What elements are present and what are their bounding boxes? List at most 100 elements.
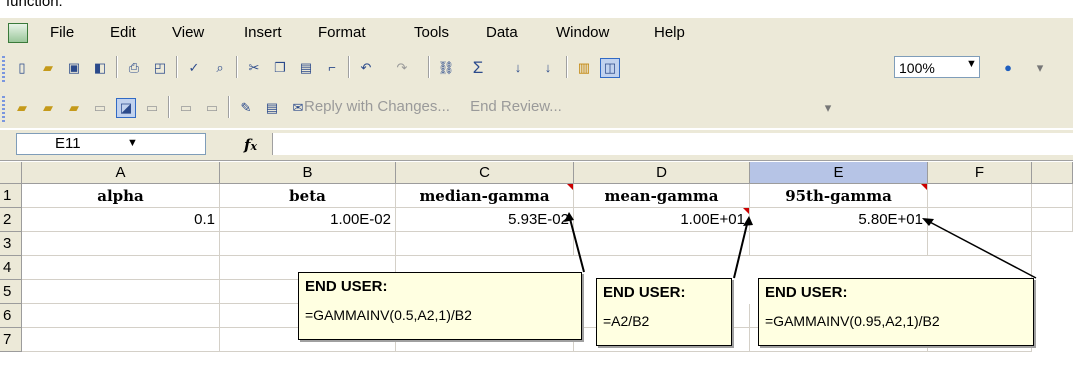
spelling-icon[interactable]: ✓ — [184, 58, 204, 78]
comment-box-d2[interactable]: END USER: =A2/B2 — [596, 278, 732, 346]
show-comments-icon[interactable]: ◪ — [116, 98, 136, 118]
end-review-link[interactable]: End Review... — [470, 98, 562, 115]
open-icon[interactable]: ▰ — [38, 58, 58, 78]
page-caption: function: — [6, 0, 63, 10]
accept-icon[interactable]: ▭ — [202, 98, 222, 118]
toolbar-grip[interactable] — [2, 94, 5, 122]
cell-d2[interactable]: 1.00E+01 — [574, 208, 750, 232]
cell-f3[interactable] — [928, 232, 1032, 256]
cell-a3[interactable] — [22, 232, 220, 256]
drawing-icon[interactable]: ◫ — [600, 58, 620, 78]
cell-e1[interactable]: 95th-gamma — [750, 184, 928, 208]
column-header-d[interactable]: D — [574, 162, 750, 184]
print-icon[interactable]: ⎙ — [124, 58, 144, 78]
toolbar-grip[interactable] — [2, 54, 5, 82]
cell-e3[interactable] — [750, 232, 928, 256]
column-header-g[interactable] — [1032, 162, 1073, 184]
cell-g2[interactable] — [1032, 208, 1073, 232]
cell-reference: E11 — [55, 135, 81, 152]
permission-icon[interactable]: ◧ — [90, 58, 110, 78]
track-changes-icon[interactable]: ▭ — [176, 98, 196, 118]
row-header-4[interactable]: 4 — [0, 256, 22, 280]
formula-input[interactable] — [272, 133, 1073, 155]
menu-edit[interactable]: Edit — [110, 24, 136, 41]
comment-box-c2[interactable]: END USER: =GAMMAINV(0.5,A2,1)/B2 — [298, 272, 582, 340]
cell-d3[interactable] — [574, 232, 750, 256]
ink-icon[interactable]: ▤ — [262, 98, 282, 118]
comment-author: END USER: — [305, 278, 388, 295]
cell-f4[interactable] — [928, 256, 1032, 280]
chevron-down-icon[interactable]: ▼ — [127, 137, 138, 149]
row-header-5[interactable]: 5 — [0, 280, 22, 304]
cell-c1[interactable]: median-gamma — [396, 184, 574, 208]
cell-f2[interactable] — [928, 208, 1032, 232]
row-header-2[interactable]: 2 — [0, 208, 22, 232]
delete-comment-icon[interactable]: ▭ — [142, 98, 162, 118]
folder-up-icon[interactable]: ▰ — [38, 98, 58, 118]
column-header-b[interactable]: B — [220, 162, 396, 184]
cell-d1[interactable]: mean-gamma — [574, 184, 750, 208]
chevron-down-icon[interactable]: ▼ — [966, 58, 977, 70]
cut-icon[interactable]: ✂ — [244, 58, 264, 78]
menu-tools[interactable]: Tools — [414, 24, 449, 41]
menu-file[interactable]: File — [50, 24, 74, 41]
research-icon[interactable]: ⌕ — [210, 58, 230, 78]
row-header-3[interactable]: 3 — [0, 232, 22, 256]
save-icon[interactable]: ▣ — [64, 58, 84, 78]
comment-author: END USER: — [765, 284, 848, 301]
menu-window[interactable]: Window — [556, 24, 609, 41]
menu-format[interactable]: Format — [318, 24, 366, 41]
menu-help[interactable]: Help — [654, 24, 685, 41]
cell-c2[interactable]: 5.93E-02 — [396, 208, 574, 232]
comment-box-e2[interactable]: END USER: =GAMMAINV(0.95,A2,1)/B2 — [758, 278, 1034, 346]
cell-a5[interactable] — [22, 280, 220, 304]
autosum-icon[interactable]: Σ — [468, 58, 488, 78]
folder-icon[interactable]: ▰ — [12, 98, 32, 118]
toolbar-options-icon[interactable]: ▾ — [1030, 58, 1050, 78]
menu-insert[interactable]: Insert — [244, 24, 282, 41]
cell-b1[interactable]: beta — [220, 184, 396, 208]
comment-icon[interactable]: ▭ — [90, 98, 110, 118]
column-header-a[interactable]: A — [22, 162, 220, 184]
cell-a1[interactable]: alpha — [22, 184, 220, 208]
reply-with-changes-link[interactable]: Reply with Changes... — [304, 98, 450, 115]
format-painter-icon[interactable]: ⌐ — [322, 58, 342, 78]
zoom-value: 100% — [899, 60, 935, 76]
sort-ascending-icon[interactable]: ↓ — [508, 58, 528, 78]
cell-c3[interactable] — [396, 232, 574, 256]
folder-down-icon[interactable]: ▰ — [64, 98, 84, 118]
column-header-c[interactable]: C — [396, 162, 574, 184]
insert-function-icon[interactable]: fx — [244, 136, 257, 154]
row-header-6[interactable]: 6 — [0, 304, 22, 328]
cell-e2[interactable]: 5.80E+01 — [750, 208, 928, 232]
column-header-f[interactable]: F — [928, 162, 1032, 184]
undo-icon[interactable]: ↶ — [356, 58, 376, 78]
menu-view[interactable]: View — [172, 24, 204, 41]
menu-data[interactable]: Data — [486, 24, 518, 41]
row-header-7[interactable]: 7 — [0, 328, 22, 352]
cell-a7[interactable] — [22, 328, 220, 352]
name-box[interactable]: E11 — [16, 133, 206, 155]
column-header-e[interactable]: E — [750, 162, 928, 184]
cell-f1[interactable] — [928, 184, 1032, 208]
toolbar-options-icon[interactable]: ▾ — [818, 98, 838, 118]
cell-a2[interactable]: 0.1 — [22, 208, 220, 232]
cell-a6[interactable] — [22, 304, 220, 328]
hyperlink-icon[interactable]: ⛓ — [436, 58, 456, 78]
excel-app-icon[interactable] — [8, 23, 28, 43]
sort-descending-icon[interactable]: ↓ — [538, 58, 558, 78]
row-header-1[interactable]: 1 — [0, 184, 22, 208]
redo-icon[interactable]: ↷ — [392, 58, 412, 78]
cell-g1[interactable] — [1032, 184, 1073, 208]
new-icon[interactable]: ▯ — [12, 58, 32, 78]
cell-b2[interactable]: 1.00E-02 — [220, 208, 396, 232]
chart-wizard-icon[interactable]: ▥ — [574, 58, 594, 78]
edit-comment-icon[interactable]: ✎ — [236, 98, 256, 118]
print-preview-icon[interactable]: ◰ — [150, 58, 170, 78]
copy-icon[interactable]: ❐ — [270, 58, 290, 78]
help-icon[interactable]: ● — [998, 58, 1018, 78]
cell-a4[interactable] — [22, 256, 220, 280]
paste-icon[interactable]: ▤ — [296, 58, 316, 78]
cell-b3[interactable] — [220, 232, 396, 256]
select-all-corner[interactable] — [0, 162, 22, 184]
